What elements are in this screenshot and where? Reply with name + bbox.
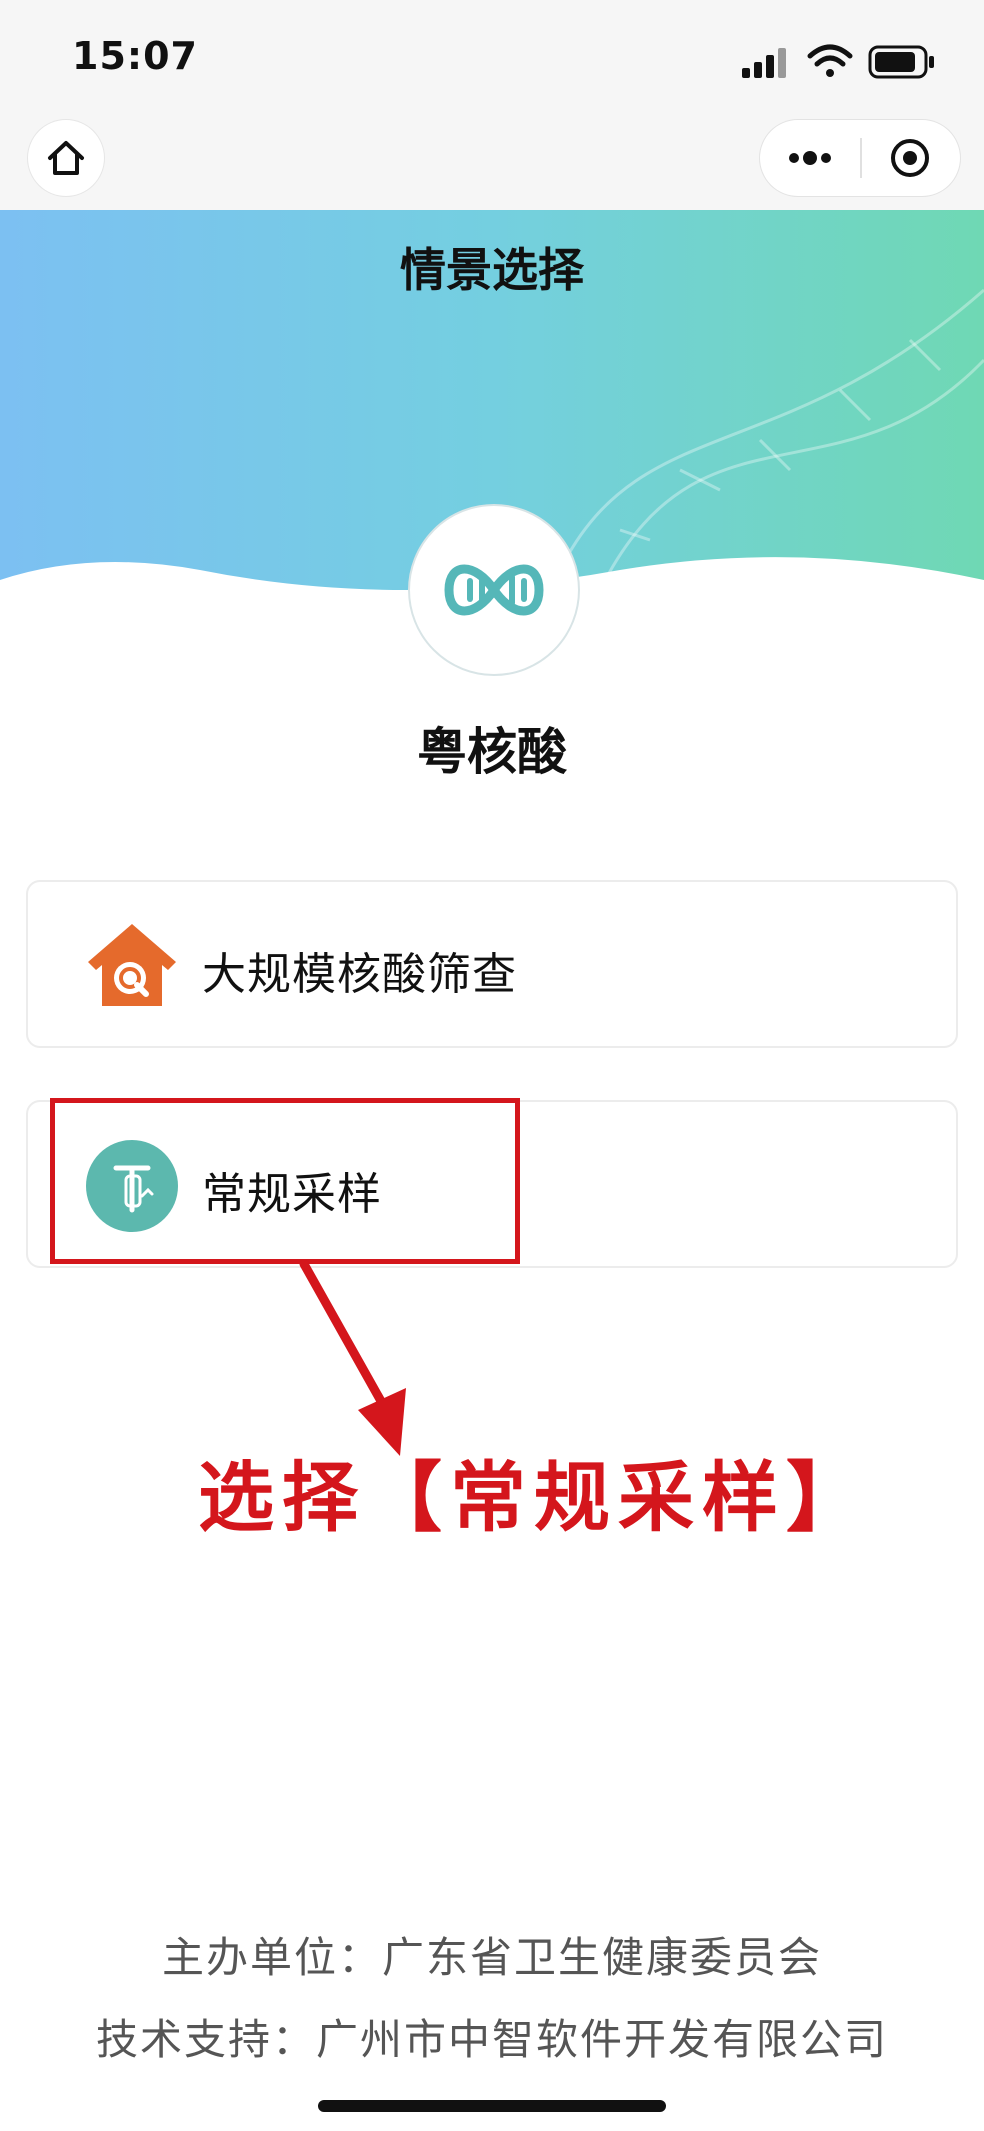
signal-icon [742,48,786,78]
battery-icon [868,45,934,79]
more-icon [789,151,831,165]
close-capsule-icon [891,139,929,177]
status-bar: 15:07 [0,0,984,120]
nav-bar [0,120,984,210]
app-name: 粤核酸 [417,723,567,781]
close-button[interactable] [862,120,960,196]
status-time: 15:07 [72,34,198,78]
more-button[interactable] [760,120,860,196]
status-icons [742,44,934,79]
capsule-menu [760,120,960,196]
page-title: 情景选择 [400,243,584,297]
instruction-text: 选择【常规采样】 [198,1453,870,1542]
highlight-box [50,1098,520,1264]
arrow-icon [299,1260,406,1456]
house-search-icon [88,924,176,1006]
app-logo [408,504,580,676]
footer-organizer: 主办单位：广东省卫生健康委员会 [161,1933,822,1982]
home-icon [48,141,84,175]
home-button[interactable] [28,120,104,196]
option-mass-screening[interactable]: 大规模核酸筛查 [26,880,958,1048]
option-label: 大规模核酸筛查 [202,949,517,1000]
footer-support: 技术支持：广州市中智软件开发有限公司 [95,2015,888,2064]
dna-logo-icon [444,564,544,616]
home-indicator [318,2100,666,2112]
wifi-icon [807,44,853,77]
